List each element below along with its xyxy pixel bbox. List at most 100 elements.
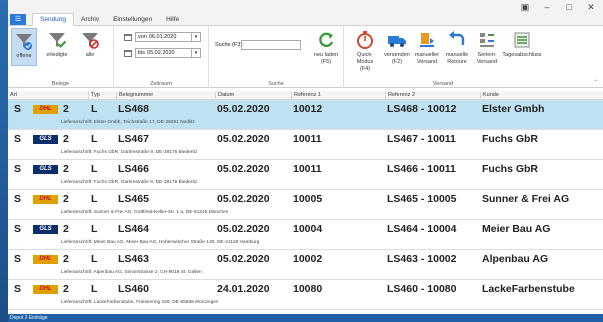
- row-typ: L: [91, 103, 98, 115]
- row-typ: L: [91, 163, 98, 175]
- row-datum: 05.02.2020: [217, 133, 270, 145]
- quick-mode-button[interactable]: Quick-Modus (F4): [350, 30, 380, 73]
- reload-label: neu laden: [313, 52, 339, 58]
- row-referenz-1: 10002: [293, 253, 323, 265]
- minimize-button[interactable]: –: [541, 1, 553, 13]
- row-referenz-1: 10012: [293, 103, 323, 115]
- row-kunde: Fuchs GbR: [482, 133, 539, 145]
- collapse-ribbon-icon[interactable]: ⌃: [593, 79, 598, 86]
- row-referenz-1: 10011: [293, 163, 322, 175]
- date-from-label: von: [138, 34, 147, 40]
- search-label: Suche (F3):: [215, 42, 244, 48]
- row-referenz-2: LS467 - 10011: [387, 133, 456, 145]
- group-belege-label: Belege: [51, 81, 70, 87]
- refresh-icon: [316, 30, 336, 50]
- tab-archiv[interactable]: Archiv: [74, 14, 106, 25]
- row-belegnummer: LS466: [118, 163, 149, 175]
- row-belegnummer: LS463: [118, 253, 149, 265]
- tab-sendung[interactable]: Sendung: [32, 13, 75, 26]
- group-versand-label: Versand: [432, 81, 454, 87]
- chevron-down-icon[interactable]: ▾: [191, 33, 200, 41]
- row-lieferanschrift: Lieferanschrift: LackeFarbenstube, Fries…: [61, 300, 219, 305]
- funnel-no-icon: [80, 30, 100, 50]
- table-row[interactable]: S 2 L LS463 05.02.2020 10002 LS463 - 10002 Alpe…: [8, 250, 603, 280]
- row-referenz-2: LS465 - 10005: [387, 193, 457, 205]
- filter-offene-button[interactable]: offene: [11, 28, 37, 66]
- row-quantity: 2: [63, 193, 69, 205]
- title-bar: ▣ – □ ✕: [8, 0, 603, 14]
- col-kunde[interactable]: Kunde: [480, 92, 499, 100]
- col-typ[interactable]: Typ: [88, 92, 100, 100]
- row-referenz-2: LS468 - 10012: [387, 103, 457, 115]
- date-to-field[interactable]: bis 05.02.2020 ▾: [135, 48, 201, 58]
- row-belegnummer: LS460: [118, 283, 149, 295]
- row-belegnummer: LS467: [118, 133, 149, 145]
- row-art: S: [14, 253, 22, 265]
- serial-ship-button[interactable]: Seriein- Versand: [474, 30, 500, 66]
- maximize-button[interactable]: □: [563, 1, 575, 13]
- send-shortcut: (F2): [391, 59, 403, 65]
- row-datum: 24.01.2020: [217, 283, 270, 295]
- funnel-icon: [14, 31, 34, 51]
- gls-logo-icon: GLS: [33, 225, 58, 234]
- row-belegnummer: LS468: [118, 103, 149, 115]
- pin-window-button[interactable]: ▣: [519, 1, 531, 13]
- manual-ship-label: manueller: [414, 52, 440, 58]
- day-close-button[interactable]: Tagesabschluss: [502, 30, 542, 59]
- row-referenz-1: 10080: [293, 283, 323, 295]
- col-referenz-1[interactable]: Referenz 1: [291, 92, 321, 100]
- date-from-field[interactable]: von 06.01.2020 ▾: [135, 32, 201, 42]
- row-quantity: 2: [63, 223, 69, 235]
- row-datum: 05.02.2020: [217, 253, 270, 265]
- group-belege: offene erledigte alle Belege: [8, 26, 114, 88]
- row-datum: 05.02.2020: [217, 103, 270, 115]
- row-typ: L: [91, 283, 98, 295]
- dhl-logo-icon: DHL: [33, 285, 58, 294]
- dhl-logo-icon: DHL: [33, 255, 58, 264]
- table-row[interactable]: S 2 L LS465 05.02.2020 10005 LS465 - 10005 Sunn…: [8, 190, 603, 220]
- serial-icon: [477, 30, 497, 50]
- table-row[interactable]: S 2 L LS464 05.02.2020 10004 LS464 - 10004 Meie…: [8, 220, 603, 250]
- filter-erledigte-button[interactable]: erledigte: [44, 30, 70, 59]
- table-row[interactable]: S 2 L LS467 05.02.2020 10011 LS467 - 10011 Fuch…: [8, 130, 603, 160]
- carrier-label: DHL: [39, 106, 52, 112]
- row-kunde: Sunner & Frei AG: [482, 193, 570, 205]
- truck-icon: [387, 30, 407, 50]
- col-referenz-2[interactable]: Referenz 2: [385, 92, 415, 100]
- grid-header: Art Typ Belegnummer Datum Referenz 1 Ref…: [8, 91, 603, 100]
- group-versand: Quick-Modus (F4) versenden (F2) manuelle…: [344, 26, 602, 88]
- row-quantity: 2: [63, 253, 69, 265]
- table-row[interactable]: S 2 L LS460 24.01.2020 10080 LS460 - 10080 Lack…: [8, 280, 603, 310]
- row-lieferanschrift: Lieferanschrift: Meier Bau AG, Meier Bau…: [61, 240, 260, 245]
- col-belegnummer[interactable]: Belegnummer: [116, 92, 153, 100]
- manual-return-sub: Retoure: [447, 59, 467, 65]
- row-lieferanschrift: Lieferanschrift: Fuchs GbR, Gartenstraße…: [61, 150, 198, 155]
- col-datum[interactable]: Datum: [215, 92, 234, 100]
- row-quantity: 2: [63, 103, 69, 115]
- table-row[interactable]: S 2 L LS466 05.02.2020 10011 LS466 - 10011 Fuch…: [8, 160, 603, 190]
- tab-hilfe[interactable]: Hilfe: [159, 14, 186, 25]
- filter-alle-button[interactable]: alle: [77, 30, 103, 59]
- row-typ: L: [91, 193, 98, 205]
- search-input[interactable]: [241, 40, 301, 50]
- tab-einstellungen[interactable]: Einstellungen: [106, 14, 159, 25]
- row-belegnummer: LS464: [118, 223, 149, 235]
- quick-mode-shortcut: (F4): [359, 66, 371, 72]
- calendar-icon: [124, 49, 132, 57]
- row-referenz-1: 10005: [293, 193, 323, 205]
- send-button[interactable]: versenden (F2): [384, 30, 410, 66]
- row-kunde: Elster Gmbh: [482, 103, 545, 115]
- row-referenz-1: 10011: [293, 133, 322, 145]
- manual-ship-icon: [417, 30, 437, 50]
- row-quantity: 2: [63, 133, 69, 145]
- close-button[interactable]: ✕: [585, 1, 597, 13]
- carrier-label: DHL: [39, 256, 52, 262]
- manual-ship-sub: Versand: [416, 59, 438, 65]
- col-art[interactable]: Art: [8, 92, 17, 100]
- app-menu-button[interactable]: ☰: [10, 14, 26, 25]
- reload-button[interactable]: neu laden (F5): [313, 30, 339, 66]
- chevron-down-icon[interactable]: ▾: [191, 49, 200, 57]
- manual-return-button[interactable]: manuelle Retoure: [444, 30, 470, 66]
- manual-ship-button[interactable]: manueller Versand: [414, 30, 440, 66]
- table-row[interactable]: S 2 L LS468 05.02.2020 10012 LS468 - 10012 Elst…: [8, 100, 603, 130]
